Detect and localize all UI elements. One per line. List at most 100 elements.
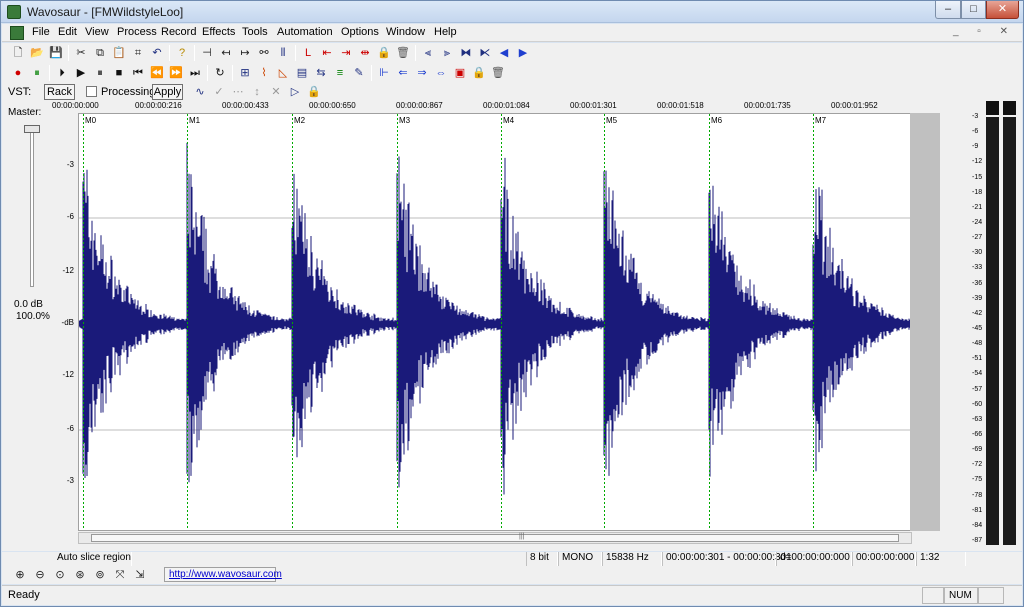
- master-slider-track[interactable]: [30, 127, 34, 287]
- toolbar-separator: [68, 45, 69, 61]
- meter-scale-label: -75: [972, 476, 983, 484]
- fade-icon[interactable]: ◺: [275, 65, 291, 81]
- region-trash-icon[interactable]: 🗑: [490, 65, 506, 81]
- envelope-icon[interactable]: ⌇: [256, 65, 272, 81]
- record-pause-icon[interactable]: ⏸: [29, 65, 45, 81]
- fit-icon[interactable]: ⤧: [112, 567, 128, 583]
- editor-area: Master: 0.0 dB 100.0% -3 -6 -12 -dB -12 -6 -3 …: [2, 101, 1022, 551]
- menu-options[interactable]: Options: [341, 26, 379, 38]
- region-start-icon[interactable]: ⊩: [376, 65, 392, 81]
- menu-process[interactable]: Process: [117, 26, 157, 38]
- vst-x-icon[interactable]: ✕: [268, 84, 284, 100]
- save-icon[interactable]: 💾: [48, 45, 64, 61]
- marker-prev-icon[interactable]: ⇤: [319, 45, 335, 61]
- loop-icon[interactable]: ↻: [212, 65, 228, 81]
- go-start-icon[interactable]: ⏮: [130, 65, 146, 81]
- undo-icon[interactable]: ↶: [149, 45, 165, 61]
- paste-icon[interactable]: 📋: [111, 45, 127, 61]
- region-icon[interactable]: ⫴: [275, 45, 291, 61]
- vst-dots-icon[interactable]: ⋯: [230, 84, 246, 100]
- meter-scale-label: -39: [972, 294, 983, 302]
- play-from-start-icon[interactable]: ⏵: [54, 65, 70, 81]
- horizontal-scrollbar[interactable]: |||: [78, 532, 912, 544]
- vst-wave-icon[interactable]: ∿: [192, 84, 208, 100]
- help-icon[interactable]: ?: [174, 45, 190, 61]
- vst-lock-icon[interactable]: 🔒: [306, 84, 322, 100]
- vst-check-icon[interactable]: ✓: [211, 84, 227, 100]
- time-ruler[interactable]: 00:00:00:000 00:00:00:216 00:00:00:433 00:0…: [52, 101, 912, 113]
- marker-icon[interactable]: ⊣: [199, 45, 215, 61]
- region-prev-icon[interactable]: ⇐: [395, 65, 411, 81]
- rewind-icon[interactable]: ⏪: [149, 65, 165, 81]
- zoom-full-icon[interactable]: ⊙: [52, 567, 68, 583]
- link-icon[interactable]: ⚯: [256, 45, 272, 61]
- waveform-end-area: [910, 113, 940, 531]
- zoom-out-icon[interactable]: ⊖: [32, 567, 48, 583]
- pause-icon[interactable]: ⏸: [92, 65, 108, 81]
- nudge-right-icon[interactable]: ↦: [237, 45, 253, 61]
- region-lock-icon[interactable]: 🔒: [471, 65, 487, 81]
- menu-help[interactable]: Help: [434, 26, 457, 38]
- slice-b-icon[interactable]: ⧓: [458, 45, 474, 61]
- menu-file[interactable]: File: [32, 26, 50, 38]
- scrollbar-thumb[interactable]: [91, 534, 899, 542]
- zoom-selection-icon[interactable]: ⊛: [72, 567, 88, 583]
- close-button[interactable]: ✕: [986, 1, 1019, 19]
- crop-icon[interactable]: ⌗: [130, 45, 146, 61]
- menu-window[interactable]: Window: [386, 26, 425, 38]
- sample-rate: 15838 Hz: [602, 552, 662, 566]
- next-slice-icon[interactable]: ▶: [515, 45, 531, 61]
- region-move-icon[interactable]: ⇔: [433, 65, 449, 81]
- waveform-canvas[interactable]: M0 M1 M2 M3 M4 M5 M6 M7: [79, 114, 911, 530]
- maximize-button[interactable]: □: [961, 1, 986, 19]
- vst-play-icon[interactable]: ▷: [287, 84, 303, 100]
- master-slider-thumb[interactable]: [24, 125, 40, 133]
- stop-icon[interactable]: ■: [111, 65, 127, 81]
- cut-icon[interactable]: ✂: [73, 45, 89, 61]
- waveform-view[interactable]: M0 M1 M2 M3 M4 M5 M6 M7: [78, 113, 912, 531]
- apply-button[interactable]: Apply: [152, 84, 183, 100]
- mdi-window-controls[interactable]: _ ▫ ✕: [953, 26, 1016, 37]
- marker-red-icon[interactable]: L: [300, 45, 316, 61]
- menu-tools[interactable]: Tools: [242, 26, 268, 38]
- marker-delete-icon[interactable]: ⇹: [357, 45, 373, 61]
- play-icon[interactable]: ▶: [73, 65, 89, 81]
- go-end-icon[interactable]: ⏭: [187, 65, 203, 81]
- region-select-icon[interactable]: ▣: [452, 65, 468, 81]
- vst-updown-icon[interactable]: ↕: [249, 84, 265, 100]
- snap-icon[interactable]: ⇲: [132, 567, 148, 583]
- nudge-left-icon[interactable]: ↤: [218, 45, 234, 61]
- menu-edit[interactable]: Edit: [58, 26, 77, 38]
- minimize-button[interactable]: –: [935, 1, 961, 19]
- gain-icon[interactable]: ≡: [332, 65, 348, 81]
- pencil-icon[interactable]: ✎: [351, 65, 367, 81]
- eq-icon[interactable]: ▤: [294, 65, 310, 81]
- open-folder-icon[interactable]: 📂: [29, 45, 45, 61]
- processing-checkbox[interactable]: [86, 86, 97, 97]
- region-next-icon[interactable]: ⇒: [414, 65, 430, 81]
- zoom-vertical-icon[interactable]: ⊚: [92, 567, 108, 583]
- copy-icon[interactable]: ⧉: [92, 45, 108, 61]
- normalize-icon[interactable]: ⊞: [237, 65, 253, 81]
- slice-icon[interactable]: ⫷: [420, 45, 436, 61]
- reverse-icon[interactable]: ⇆: [313, 65, 329, 81]
- menu-effects[interactable]: Effects: [202, 26, 235, 38]
- slice-a-icon[interactable]: ⫸: [439, 45, 455, 61]
- fast-forward-icon[interactable]: ⏩: [168, 65, 184, 81]
- rack-button[interactable]: Rack: [44, 84, 75, 100]
- new-file-icon[interactable]: 🗋: [10, 45, 26, 61]
- menu-view[interactable]: View: [85, 26, 109, 38]
- menu-record[interactable]: Record: [161, 26, 196, 38]
- prev-slice-icon[interactable]: ◀: [496, 45, 512, 61]
- zoom-in-icon[interactable]: ⊕: [12, 567, 28, 583]
- document-icon[interactable]: [10, 26, 24, 40]
- website-link[interactable]: http://www.wavosaur.com: [164, 567, 282, 582]
- marker-next-icon[interactable]: ⇥: [338, 45, 354, 61]
- menu-automation[interactable]: Automation: [277, 26, 333, 38]
- lock-icon[interactable]: 🔒: [376, 45, 392, 61]
- slice-c-icon[interactable]: ⧔: [477, 45, 493, 61]
- time-tick-label: 00:00:00:867: [396, 101, 443, 110]
- trash-icon[interactable]: 🗑: [395, 45, 411, 61]
- app-icon[interactable]: [7, 5, 21, 19]
- record-icon[interactable]: ●: [10, 65, 26, 81]
